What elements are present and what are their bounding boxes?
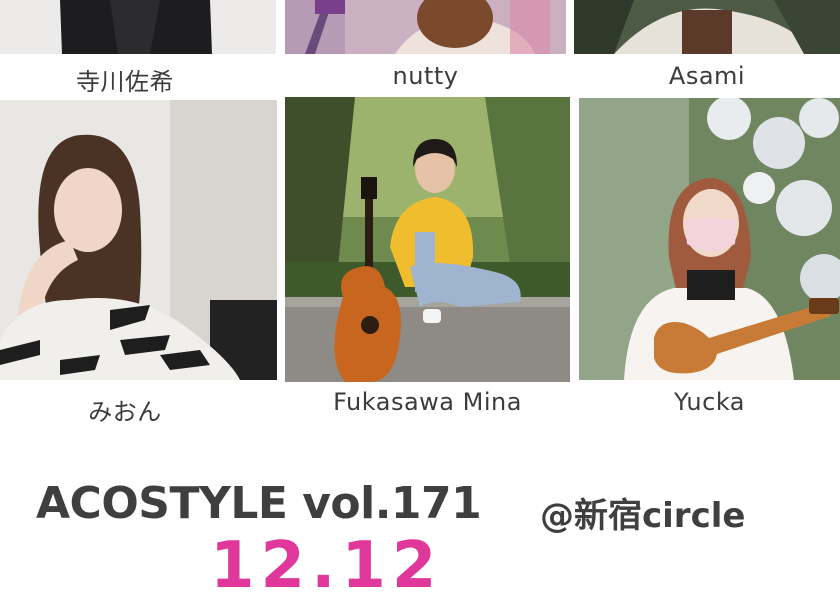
performer-name-terakawa-saki: 寺川佐希 [76, 68, 174, 96]
photo-terakawa-saki [0, 0, 276, 54]
performer-name-yucka: Yucka [674, 388, 745, 416]
event-venue: @新宿circle [540, 496, 746, 536]
photo-asami [574, 0, 840, 54]
photo-yucka [579, 98, 840, 380]
performer-name-fukasawa-mina: Fukasawa Mina [333, 388, 522, 416]
event-date: 12.12 [210, 529, 443, 603]
performer-name-asami: Asami [668, 62, 746, 90]
photo-nutty [285, 0, 566, 54]
event-title: ACOSTYLE vol.171 [36, 478, 482, 529]
photo-mion [0, 100, 277, 380]
performer-name-mion: みおん [88, 398, 162, 426]
photo-fukasawa-mina [285, 97, 570, 382]
performer-name-nutty: nutty [392, 62, 459, 90]
